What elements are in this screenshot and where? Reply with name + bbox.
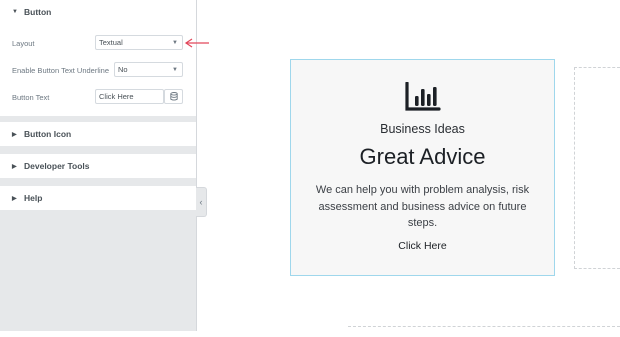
section-help[interactable]: ▶ Help xyxy=(0,186,196,210)
chevron-down-icon: ▼ xyxy=(172,67,178,73)
collapse-panel-button[interactable]: ‹ xyxy=(196,187,207,217)
section-title: Button Icon xyxy=(24,129,72,139)
card-cta-button[interactable]: Click Here xyxy=(291,240,554,252)
section-developer-tools[interactable]: ▶ Developer Tools xyxy=(0,154,196,178)
pointer-arrow-icon xyxy=(184,38,209,48)
chevron-left-icon: ‹ xyxy=(199,197,203,207)
underline-select-value: No xyxy=(118,65,128,74)
underline-label: Enable Button Text Underline xyxy=(12,66,110,75)
section-button: ▼ Button Layout Textual ▼ Enable Button … xyxy=(0,0,196,116)
underline-select[interactable]: No ▼ xyxy=(114,62,183,77)
editor-panel: ▼ Button Layout Textual ▼ Enable Button … xyxy=(0,0,196,331)
caret-right-icon: ▶ xyxy=(12,163,17,170)
section-button-header[interactable]: ▼ Button xyxy=(0,0,196,24)
database-icon xyxy=(169,92,178,101)
bar-chart-icon xyxy=(405,82,441,111)
caret-right-icon: ▶ xyxy=(12,131,17,138)
dynamic-tags-button[interactable] xyxy=(164,89,183,104)
button-text-label: Button Text xyxy=(12,93,50,102)
section-button-title: Button xyxy=(24,7,52,17)
button-text-value: Click Here xyxy=(99,92,134,101)
section-title: Developer Tools xyxy=(24,161,90,171)
section-button-icon[interactable]: ▶ Button Icon xyxy=(0,122,196,146)
layout-select[interactable]: Textual ▼ xyxy=(95,35,183,50)
empty-section-placeholder xyxy=(348,326,620,337)
layout-label: Layout xyxy=(12,39,35,48)
section-title: Help xyxy=(24,193,43,203)
card-subtitle: Business Ideas xyxy=(380,122,465,136)
caret-right-icon: ▶ xyxy=(12,195,17,202)
card-title: Great Advice xyxy=(359,144,486,169)
card-description: We can help you with problem analysis, r… xyxy=(315,184,530,229)
button-text-input[interactable]: Click Here xyxy=(95,89,164,104)
chevron-down-icon: ▼ xyxy=(172,40,178,46)
empty-column-placeholder xyxy=(574,67,620,269)
call-to-action-card[interactable]: Business Ideas Great Advice We can help … xyxy=(290,59,555,276)
caret-down-icon: ▼ xyxy=(12,9,18,15)
layout-select-value: Textual xyxy=(99,38,123,47)
panel-divider xyxy=(196,0,197,331)
